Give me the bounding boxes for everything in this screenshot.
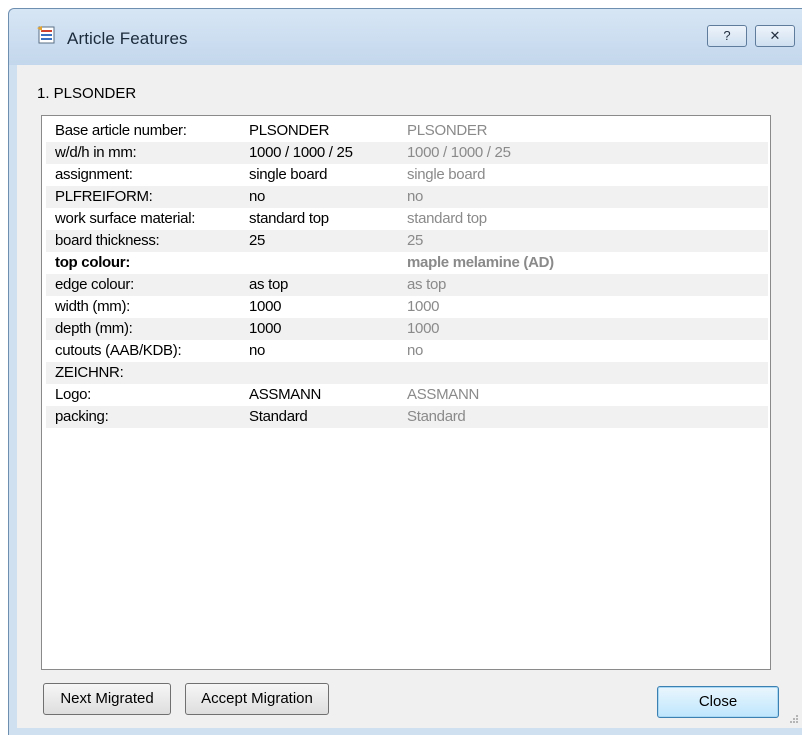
feature-label: packing:	[55, 408, 109, 425]
next-migrated-button[interactable]: Next Migrated	[43, 683, 171, 715]
feature-row[interactable]: cutouts (AAB/KDB): no no	[46, 340, 768, 362]
feature-row[interactable]: work surface material: standard top standa…	[46, 208, 768, 230]
migrated-value: maple melamine (AD)	[407, 254, 554, 271]
migrated-value: 1000	[407, 298, 440, 315]
migrated-value: no	[407, 188, 424, 205]
feature-value: 25	[249, 232, 266, 249]
feature-value: PLSONDER	[249, 122, 330, 139]
feature-label: ZEICHNR:	[55, 364, 124, 381]
migrated-value: no	[407, 342, 424, 359]
help-icon: ?	[723, 28, 731, 43]
feature-value: standard top	[249, 210, 329, 227]
feature-label: work surface material:	[55, 210, 196, 227]
feature-row[interactable]: top colour: maple melamine (AD)	[46, 252, 768, 274]
accept-migration-button[interactable]: Accept Migration	[185, 683, 329, 715]
migrated-value: single board	[407, 166, 486, 183]
feature-label: top colour:	[55, 254, 131, 271]
feature-label: cutouts (AAB/KDB):	[55, 342, 182, 359]
feature-row[interactable]: Logo: ASSMANN ASSMANN	[46, 384, 768, 406]
feature-label: edge colour:	[55, 276, 134, 293]
feature-value: 1000	[249, 320, 282, 337]
feature-row[interactable]: board thickness: 25 25	[46, 230, 768, 252]
migrated-value: PLSONDER	[407, 122, 488, 139]
feature-row[interactable]: packing: Standard Standard	[46, 406, 768, 428]
feature-label: w/d/h in mm:	[55, 144, 137, 161]
feature-label: Logo:	[55, 386, 92, 403]
help-button[interactable]: ?	[707, 25, 747, 47]
feature-row[interactable]: depth (mm): 1000 1000	[46, 318, 768, 340]
feature-value: 1000	[249, 298, 282, 315]
feature-label: PLFREIFORM:	[55, 188, 153, 205]
features-list[interactable]: Base article number: PLSONDER PLSONDER w/d/…	[41, 115, 771, 670]
feature-label: Base article number:	[55, 122, 187, 139]
migrated-value: 1000	[407, 320, 440, 337]
close-icon: ✕	[769, 28, 781, 43]
feature-label: depth (mm):	[55, 320, 133, 337]
feature-row[interactable]: w/d/h in mm: 1000 / 1000 / 25 1000 / 1000 …	[46, 142, 768, 164]
article-heading: 1. PLSONDER	[37, 85, 137, 102]
migrated-value: ASSMANN	[407, 386, 480, 403]
close-button[interactable]: Close	[657, 686, 779, 718]
title-bar[interactable]: Article Features ? ✕	[9, 9, 802, 65]
dialog-content: 1. PLSONDER Base article number: PLSONDER…	[17, 65, 802, 728]
feature-label: board thickness:	[55, 232, 160, 249]
feature-value: no	[249, 342, 266, 359]
window-close-button[interactable]: ✕	[755, 25, 795, 47]
feature-row[interactable]: width (mm): 1000 1000	[46, 296, 768, 318]
migrated-value: 1000 / 1000 / 25	[407, 144, 511, 161]
dialog-window: Article Features ? ✕ 1. PLSONDER Base ar…	[8, 8, 802, 735]
feature-row[interactable]: edge colour: as top as top	[46, 274, 768, 296]
migrated-value: Standard	[407, 408, 466, 425]
feature-value: ASSMANN	[249, 386, 322, 403]
migrated-value: standard top	[407, 210, 487, 227]
window-title: Article Features	[67, 29, 188, 48]
feature-value: no	[249, 188, 266, 205]
feature-label: width (mm):	[55, 298, 131, 315]
migrated-value: as top	[407, 276, 447, 293]
feature-value: 1000 / 1000 / 25	[249, 144, 353, 161]
app-icon	[37, 26, 55, 44]
migrated-value: 25	[407, 232, 424, 249]
feature-value: Standard	[249, 408, 308, 425]
resize-grip-icon[interactable]	[787, 712, 799, 724]
feature-row[interactable]: PLFREIFORM: no no	[46, 186, 768, 208]
feature-row[interactable]: assignment: single board single board	[46, 164, 768, 186]
feature-value: as top	[249, 276, 289, 293]
feature-row[interactable]: Base article number: PLSONDER PLSONDER	[46, 120, 768, 142]
feature-label: assignment:	[55, 166, 133, 183]
feature-value: single board	[249, 166, 328, 183]
feature-row[interactable]: ZEICHNR:	[46, 362, 768, 384]
